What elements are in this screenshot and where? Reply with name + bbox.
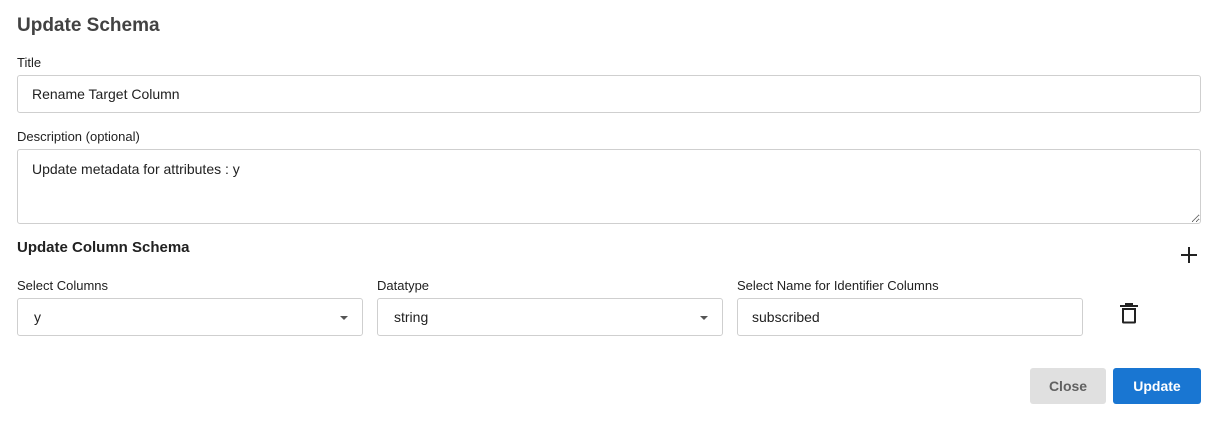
- description-textarea[interactable]: Update metadata for attributes : y: [17, 149, 1201, 224]
- close-button[interactable]: Close: [1030, 368, 1106, 404]
- trash-icon[interactable]: [1119, 302, 1139, 324]
- caret-down-icon: [340, 316, 348, 320]
- identifier-name-input[interactable]: [737, 298, 1083, 336]
- datatype-dropdown[interactable]: string: [377, 298, 723, 336]
- select-columns-value: y: [34, 309, 41, 325]
- dialog-title: Update Schema: [17, 15, 160, 36]
- datatype-value: string: [394, 309, 429, 325]
- plus-icon[interactable]: [1178, 244, 1200, 266]
- select-columns-dropdown[interactable]: y: [17, 298, 363, 336]
- datatype-label: Datatype: [377, 278, 430, 293]
- identifier-name-label: Select Name for Identifier Columns: [737, 278, 939, 293]
- column-schema-heading: Update Column Schema: [17, 239, 190, 256]
- description-label: Description (optional): [17, 129, 140, 144]
- title-label: Title: [17, 55, 42, 70]
- title-input[interactable]: [17, 75, 1201, 113]
- select-columns-label: Select Columns: [17, 278, 109, 293]
- update-button[interactable]: Update: [1113, 368, 1201, 404]
- caret-down-icon: [700, 316, 708, 320]
